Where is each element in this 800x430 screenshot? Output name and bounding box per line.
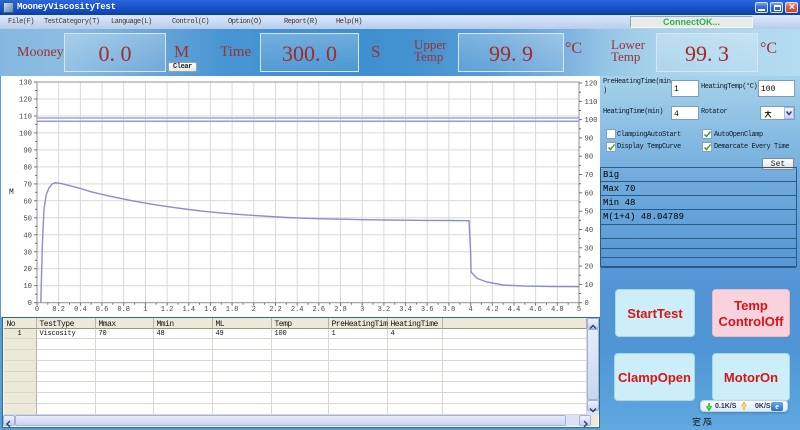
svg-text:4.6: 4.6 — [529, 306, 542, 314]
svg-text:2.6: 2.6 — [312, 306, 325, 314]
svg-text:0: 0 — [28, 300, 32, 308]
svg-text:3.8: 3.8 — [443, 306, 456, 314]
svg-text:10: 10 — [585, 282, 594, 290]
svg-text:50: 50 — [23, 215, 32, 223]
svg-text:80: 80 — [585, 154, 594, 162]
svg-text:90: 90 — [23, 147, 32, 155]
svg-text:20: 20 — [23, 266, 32, 274]
svg-text:0.8: 0.8 — [117, 306, 130, 314]
svg-text:4.4: 4.4 — [508, 306, 521, 314]
svg-text:90: 90 — [585, 135, 594, 143]
svg-text:0.2: 0.2 — [52, 306, 65, 314]
svg-text:30: 30 — [23, 249, 32, 257]
svg-text:100: 100 — [19, 130, 32, 138]
svg-text:120: 120 — [19, 97, 32, 105]
svg-text:3.4: 3.4 — [399, 306, 412, 314]
svg-text:1.4: 1.4 — [182, 306, 195, 314]
svg-text:2.2: 2.2 — [269, 306, 282, 314]
svg-text:2: 2 — [252, 306, 256, 314]
svg-text:3.2: 3.2 — [378, 306, 391, 314]
svg-text:100: 100 — [585, 117, 598, 125]
svg-text:5: 5 — [577, 306, 581, 314]
svg-text:30: 30 — [585, 245, 594, 253]
svg-text:70: 70 — [23, 181, 32, 189]
svg-text:4.8: 4.8 — [551, 306, 564, 314]
svg-text:4.2: 4.2 — [486, 306, 499, 314]
svg-text:60: 60 — [585, 190, 594, 198]
svg-text:4: 4 — [468, 306, 472, 314]
svg-text:60: 60 — [23, 198, 32, 206]
svg-text:3: 3 — [360, 306, 364, 314]
svg-text:0: 0 — [35, 306, 39, 314]
svg-text:1.6: 1.6 — [204, 306, 217, 314]
svg-text:20: 20 — [585, 264, 594, 272]
svg-text:80: 80 — [23, 164, 32, 172]
svg-text:M: M — [9, 188, 14, 197]
svg-text:40: 40 — [23, 232, 32, 240]
svg-text:2.4: 2.4 — [291, 306, 304, 314]
svg-text:2.8: 2.8 — [334, 306, 347, 314]
svg-text:0.6: 0.6 — [96, 306, 109, 314]
svg-text:1: 1 — [143, 306, 147, 314]
svg-text:10: 10 — [23, 283, 32, 291]
svg-text:110: 110 — [585, 99, 598, 107]
svg-text:0.4: 0.4 — [74, 306, 87, 314]
svg-text:70: 70 — [585, 172, 594, 180]
svg-text:3.6: 3.6 — [421, 306, 434, 314]
svg-text:110: 110 — [19, 114, 32, 122]
svg-text:1.8: 1.8 — [226, 306, 239, 314]
svg-text:40: 40 — [585, 227, 594, 235]
svg-text:130: 130 — [19, 80, 32, 88]
svg-text:1.2: 1.2 — [161, 306, 174, 314]
svg-text:50: 50 — [585, 209, 594, 217]
svg-text:120: 120 — [585, 81, 598, 89]
svg-text:0: 0 — [585, 300, 589, 308]
